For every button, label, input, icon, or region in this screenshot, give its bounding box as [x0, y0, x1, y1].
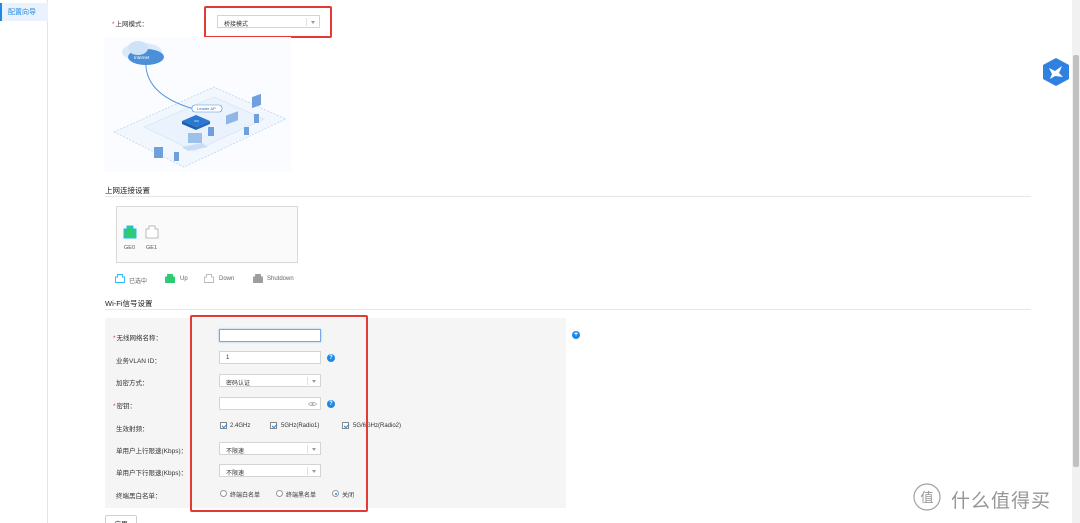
svg-text:Leader AP: Leader AP	[197, 106, 216, 111]
watermark-logo-icon: 值	[913, 483, 941, 511]
uplink-section-title: 上网连接设置	[105, 186, 150, 195]
wifi-section-title: Wi-Fi信号设置	[105, 299, 153, 308]
highlight-box-wifi	[190, 315, 368, 512]
selected-port-legend-icon	[115, 274, 125, 283]
port-panel: GE0 GE1	[116, 206, 298, 263]
sidebar-item-label: 配置向导	[8, 9, 36, 16]
add-ssid-button[interactable]: +	[572, 331, 580, 339]
svg-text:Internet: Internet	[134, 55, 150, 60]
up-limit-label: 单用户上行限速(Kbps)：	[116, 448, 188, 455]
plus-icon: +	[573, 331, 579, 338]
band-label: 生效射频：	[116, 426, 149, 433]
scrollbar[interactable]	[1072, 0, 1080, 523]
down-limit-label: 单用户下行限速(Kbps)：	[116, 470, 188, 477]
encrypt-label: 加密方式：	[116, 380, 149, 387]
down-port-legend-icon	[204, 274, 214, 283]
assistant-bird-button[interactable]	[1041, 57, 1071, 87]
mode-label: *上网模式：	[112, 21, 149, 28]
list-label: 终端黑白名单：	[116, 493, 162, 500]
shutdown-port-legend-icon	[253, 274, 263, 283]
watermark-text: 什么值得买	[951, 491, 1052, 512]
port-ge1[interactable]	[145, 225, 159, 239]
svg-text:值: 值	[921, 490, 934, 506]
watermark-logo: 值	[912, 482, 942, 512]
bird-icon	[1043, 58, 1069, 86]
key-label: *密钥：	[113, 403, 137, 410]
vlan-label: 业务VLAN ID：	[116, 358, 161, 365]
legend-label-selected: 已选中	[129, 279, 148, 285]
network-diagram: Internet Leader AP	[104, 37, 291, 172]
required-mark: *	[113, 335, 116, 342]
divider	[105, 196, 1031, 197]
ethernet-port-icon	[145, 225, 159, 239]
highlight-box-mode	[204, 6, 332, 38]
legend-label-down: Down	[219, 276, 235, 282]
sidebar-item-wizard[interactable]: 配置向导	[0, 3, 48, 21]
legend-label-shutdown: Shutdown	[267, 276, 294, 282]
scrollbar-thumb[interactable]	[1073, 55, 1079, 467]
port-label-ge1: GE1	[146, 245, 158, 251]
required-mark: *	[113, 403, 116, 410]
up-port-legend-icon	[165, 274, 175, 283]
port-label-ge0: GE0	[124, 245, 136, 251]
divider	[105, 309, 1031, 310]
network-diagram-illustration: Internet Leader AP	[113, 41, 287, 168]
sidebar: 配置向导	[0, 0, 48, 523]
port-ge0[interactable]	[123, 225, 137, 239]
apply-button[interactable]: 应用	[105, 515, 137, 523]
required-mark: *	[112, 21, 115, 28]
ethernet-port-icon	[123, 225, 137, 239]
ssid-label: *无线网络名称：	[113, 335, 163, 342]
legend-label-up: Up	[180, 276, 188, 282]
